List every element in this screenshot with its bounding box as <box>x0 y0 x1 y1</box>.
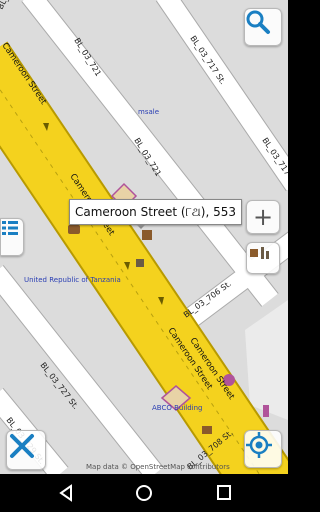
label-msale: msale <box>138 108 159 116</box>
cafe-icon-2 <box>202 426 212 434</box>
map-attribution: Map data © OpenStreetMap contributors <box>86 463 230 471</box>
screen: BL_03_692 St. BL_03_721 BL_03_717 St. BL… <box>0 0 288 512</box>
back-icon[interactable] <box>58 484 74 502</box>
zoom-in-icon: + <box>252 203 274 231</box>
search-button[interactable] <box>244 8 282 46</box>
map-canvas: BL_03_692 St. BL_03_721 BL_03_717 St. BL… <box>0 0 288 474</box>
recents-icon[interactable] <box>216 484 232 502</box>
list-icon <box>2 221 18 235</box>
poi-filter-icon <box>250 247 269 259</box>
plaza-area <box>245 300 288 420</box>
label-tanzania: United Republic of Tanzania <box>24 276 121 284</box>
restaurant-icon-2 <box>136 259 144 267</box>
location-callout[interactable]: Cameroon Street (୮ଥ), 553 <box>69 199 242 229</box>
callout-text: Cameroon Street (୮ଥ), 553 <box>75 205 236 219</box>
tools-button[interactable] <box>6 430 46 470</box>
locate-icon <box>246 432 272 458</box>
poi-filter-button[interactable] <box>246 242 280 274</box>
zoom-in-button[interactable]: + <box>246 200 280 234</box>
restaurant-icon-3 <box>263 405 269 417</box>
home-icon[interactable] <box>135 484 153 502</box>
map-view[interactable]: BL_03_692 St. BL_03_721 BL_03_717 St. BL… <box>0 0 288 474</box>
locate-button[interactable] <box>244 430 282 468</box>
tools-icon <box>10 434 34 458</box>
cafe-icon <box>68 225 80 234</box>
search-icon <box>246 10 270 34</box>
list-button[interactable] <box>0 218 24 256</box>
label-abco: ABCO Building <box>152 404 203 412</box>
android-navbar <box>0 474 288 512</box>
